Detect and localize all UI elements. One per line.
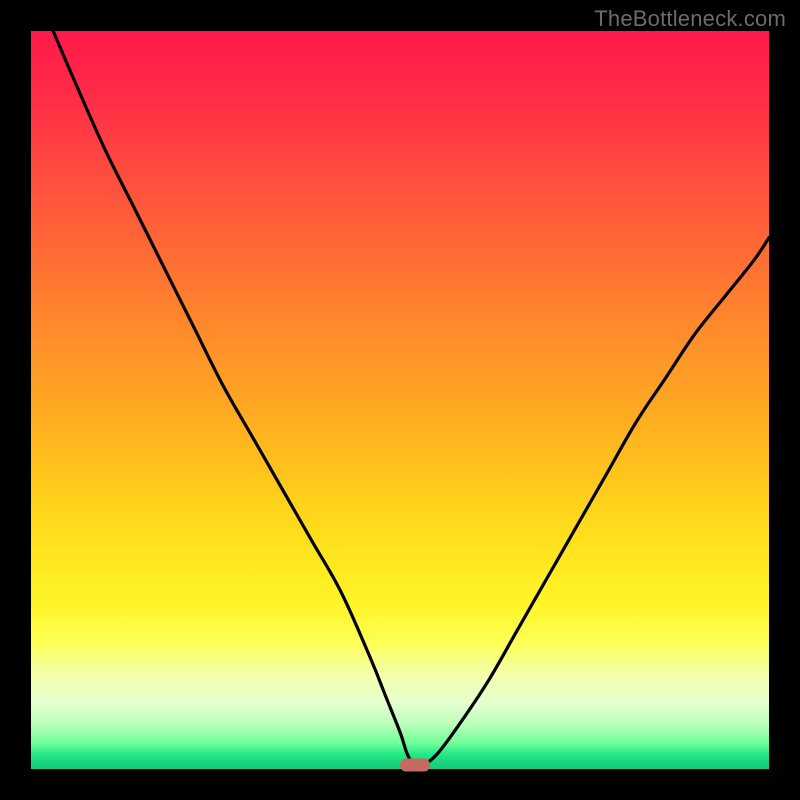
plot-area <box>31 31 769 769</box>
bottleneck-curve <box>31 31 769 769</box>
watermark-text: TheBottleneck.com <box>594 6 786 32</box>
chart-frame: TheBottleneck.com <box>0 0 800 800</box>
optimal-marker <box>400 759 430 772</box>
